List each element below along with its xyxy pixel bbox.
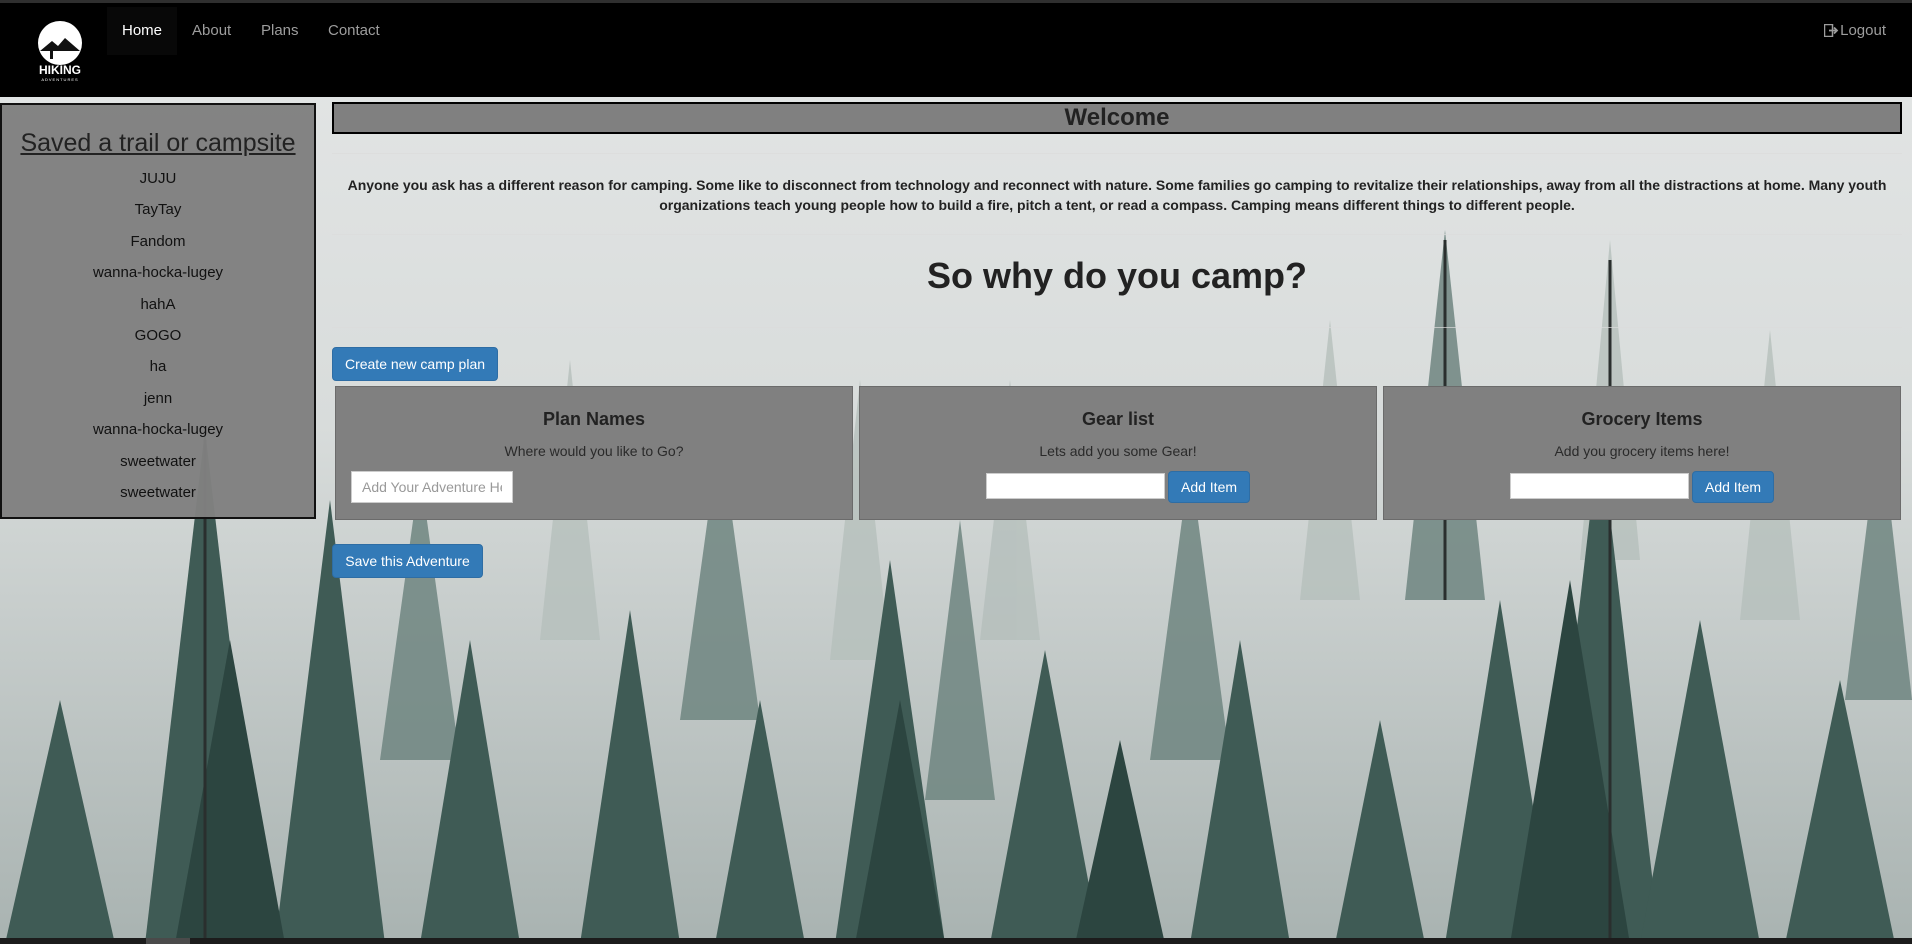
scrollbar-thumb[interactable] xyxy=(146,938,190,944)
welcome-heading: Welcome xyxy=(332,102,1902,134)
horizontal-scrollbar[interactable] xyxy=(0,938,1912,944)
brand-logo[interactable]: HIKING ADVENTURES xyxy=(34,21,86,83)
divider xyxy=(332,234,1902,235)
hiker-logo-icon xyxy=(38,21,82,65)
sidebar-title[interactable]: Saved a trail or campsite xyxy=(2,129,314,158)
panel-subtitle: Where would you like to Go? xyxy=(504,443,684,459)
logo-subtext: ADVENTURES xyxy=(41,77,79,82)
add-gear-item-button[interactable]: Add Item xyxy=(1168,471,1250,503)
intro-paragraph: Anyone you ask has a different reason fo… xyxy=(347,177,1887,213)
save-adventure-button[interactable]: Save this Adventure xyxy=(332,544,483,578)
saved-trail-item[interactable]: GOGO xyxy=(2,320,314,351)
saved-trail-item[interactable]: hahA xyxy=(2,289,314,320)
logout-icon xyxy=(1823,23,1839,38)
saved-trail-item[interactable]: ha xyxy=(2,351,314,382)
panel-subtitle: Lets add you some Gear! xyxy=(1039,443,1197,459)
gear-item-input[interactable] xyxy=(986,473,1165,499)
nav-item-about[interactable]: About xyxy=(177,7,246,55)
saved-trail-item[interactable]: wanna-hocka-lugey xyxy=(2,257,314,288)
panel-subtitle: Add you grocery items here! xyxy=(1554,443,1730,459)
nav-item-plans[interactable]: Plans xyxy=(246,7,314,55)
top-navbar: HIKING ADVENTURES Home About Plans Conta… xyxy=(0,0,1912,97)
saved-trail-item[interactable]: jenn xyxy=(2,383,314,414)
logout-link[interactable]: Logout xyxy=(1823,7,1886,55)
grocery-items-panel: Grocery Items Add you grocery items here… xyxy=(1383,386,1901,520)
logo-text: HIKING xyxy=(39,63,81,77)
create-camp-plan-button[interactable]: Create new camp plan xyxy=(332,347,498,381)
panel-title: Gear list xyxy=(1081,409,1155,429)
adventure-name-input[interactable] xyxy=(351,471,513,503)
nav-item-home[interactable]: Home xyxy=(107,7,178,55)
plan-names-panel: Plan Names Where would you like to Go? xyxy=(335,386,853,520)
logout-label: Logout xyxy=(1840,22,1886,39)
add-grocery-item-button[interactable]: Add Item xyxy=(1692,471,1774,503)
divider xyxy=(332,327,1902,328)
saved-trail-item[interactable]: Fandom xyxy=(2,226,314,257)
divider xyxy=(332,153,1902,154)
saved-trail-item[interactable]: JUJU xyxy=(2,163,314,194)
gear-list-panel: Gear list Lets add you some Gear! Add It… xyxy=(859,386,1377,520)
why-camp-heading: So why do you camp? xyxy=(926,255,1308,296)
grocery-item-input[interactable] xyxy=(1510,473,1689,499)
saved-trails-sidebar: Saved a trail or campsite JUJU TayTay Fa… xyxy=(0,103,316,519)
panel-title: Grocery Items xyxy=(1581,409,1703,429)
saved-trail-item[interactable]: TayTay xyxy=(2,194,314,225)
saved-trail-item[interactable]: wanna-hocka-lugey xyxy=(2,414,314,445)
saved-trail-item[interactable]: sweetwater xyxy=(2,477,314,508)
saved-trail-item[interactable]: sweetwater xyxy=(2,446,314,477)
nav-item-contact[interactable]: Contact xyxy=(313,7,395,55)
panel-title: Plan Names xyxy=(542,409,646,429)
saved-trails-list: JUJU TayTay Fandom wanna-hocka-lugey hah… xyxy=(2,163,314,508)
